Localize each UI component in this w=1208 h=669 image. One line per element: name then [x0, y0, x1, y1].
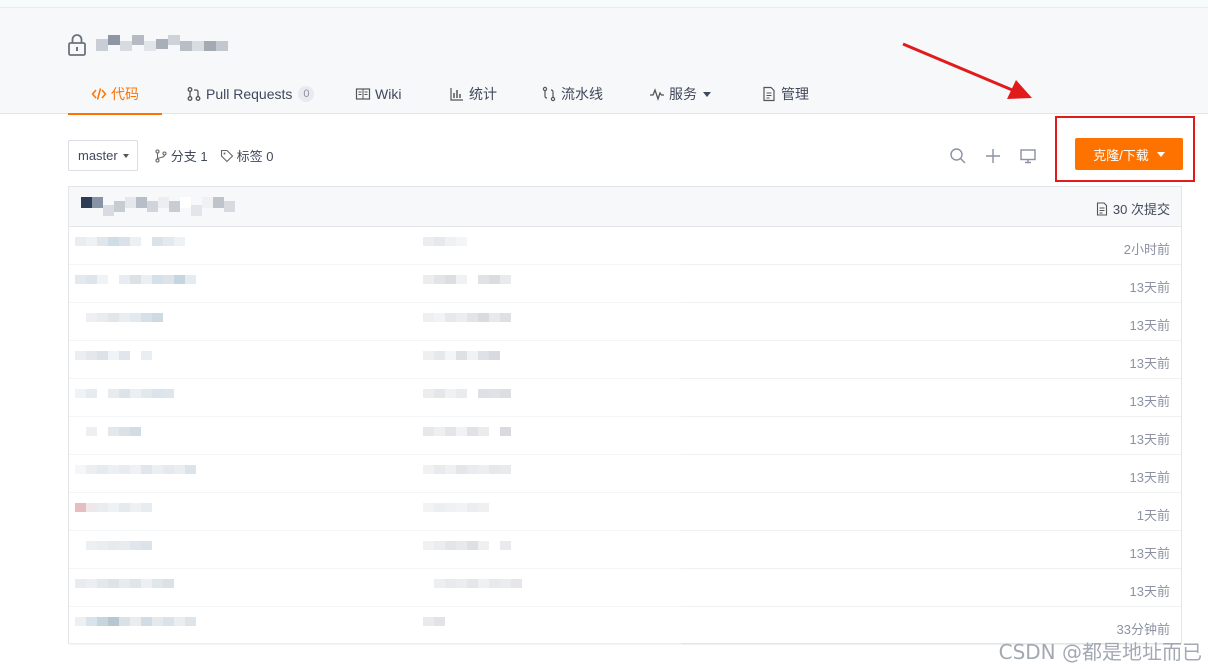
tab-label: 流水线 — [561, 86, 603, 102]
file-name-redacted[interactable] — [75, 503, 275, 512]
file-row[interactable]: 13天前 — [69, 417, 1181, 455]
wiki-icon — [355, 86, 371, 102]
manage-icon — [761, 86, 777, 102]
branch-icon — [155, 148, 167, 163]
commit-count-link[interactable]: 30 次提交 — [1095, 199, 1170, 218]
branch-toolbar: master 分支 1 标签 0 — [68, 140, 273, 171]
file-name-redacted[interactable] — [75, 237, 275, 246]
file-name-redacted[interactable] — [75, 351, 275, 360]
tags-link[interactable]: 标签 0 — [220, 146, 274, 165]
file-updated-time: 13天前 — [1129, 546, 1170, 561]
clone-download-button[interactable]: 克隆/下载 — [1075, 138, 1183, 170]
commit-message-redacted[interactable] — [423, 503, 573, 512]
tab-label: Pull Requests — [206, 86, 293, 102]
web-ide-icon[interactable] — [1018, 146, 1038, 166]
repo-tabs: 代码 Pull Requests 0 Wiki 统计 流水线 服务 管理 — [68, 74, 831, 115]
commit-message-redacted[interactable] — [423, 313, 573, 322]
file-updated-time: 13天前 — [1129, 280, 1170, 295]
file-tools — [948, 146, 1053, 166]
tab-label: 管理 — [781, 86, 809, 102]
branch-select-value: master — [78, 148, 118, 163]
file-name-redacted[interactable] — [75, 541, 275, 550]
branch-select[interactable]: master — [68, 140, 138, 171]
commit-message-redacted[interactable] — [423, 541, 573, 550]
pull-request-icon — [186, 86, 202, 102]
file-updated-time: 13天前 — [1129, 318, 1170, 333]
commit-history-icon — [1096, 201, 1107, 216]
file-updated-time: 1天前 — [1136, 508, 1170, 523]
lock-icon — [66, 33, 88, 57]
tab-label: 统计 — [469, 86, 497, 102]
file-row[interactable]: 13天前 — [69, 379, 1181, 417]
tab-label: 代码 — [111, 86, 139, 102]
commit-message-redacted[interactable] — [423, 579, 573, 588]
file-row[interactable]: 1天前 — [69, 493, 1181, 531]
tab-pull-requests[interactable]: Pull Requests 0 — [186, 74, 331, 114]
tag-icon — [220, 149, 233, 162]
file-row[interactable]: 2小时前 — [69, 227, 1181, 265]
branches-link[interactable]: 分支 1 — [154, 146, 208, 165]
file-name-redacted[interactable] — [75, 617, 275, 626]
repo-title — [66, 32, 228, 58]
commit-count: 30 次提交 — [1112, 202, 1170, 217]
tab-label: 服务 — [669, 86, 697, 102]
tab-pipeline[interactable]: 流水线 — [541, 74, 625, 114]
file-name-redacted[interactable] — [75, 313, 275, 322]
tab-stats[interactable]: 统计 — [449, 74, 517, 114]
chevron-down-icon — [1156, 151, 1165, 157]
file-name-redacted[interactable] — [75, 427, 275, 436]
file-row[interactable]: 13天前 — [69, 265, 1181, 303]
annotation-arrow — [902, 42, 1032, 99]
top-strip — [0, 0, 1208, 8]
tab-label: Wiki — [375, 86, 402, 102]
file-updated-time: 13天前 — [1129, 394, 1170, 409]
clone-download-label: 克隆/下载 — [1093, 147, 1149, 163]
file-updated-time: 2小时前 — [1123, 242, 1170, 257]
pull-request-count-badge: 0 — [298, 86, 315, 102]
file-updated-time: 13天前 — [1129, 432, 1170, 447]
tab-service[interactable]: 服务 — [649, 74, 737, 114]
file-row[interactable]: 13天前 — [69, 455, 1181, 493]
service-icon — [649, 86, 665, 102]
repo-name-redacted[interactable] — [96, 35, 228, 55]
tab-manage[interactable]: 管理 — [761, 74, 831, 114]
add-icon[interactable] — [983, 146, 1003, 166]
file-row[interactable]: 13天前 — [69, 303, 1181, 341]
commit-message-redacted[interactable] — [423, 427, 573, 436]
stats-icon — [449, 86, 465, 102]
file-list-panel: 30 次提交 2小时前 13天前 13天前 13天前 13天前 13天前 13天… — [68, 186, 1182, 645]
commit-message-redacted[interactable] — [423, 351, 573, 360]
commit-message-redacted[interactable] — [423, 237, 573, 246]
file-name-redacted[interactable] — [75, 579, 275, 588]
code-icon — [91, 86, 107, 102]
commit-message-redacted[interactable] — [423, 617, 573, 626]
file-row[interactable]: 13天前 — [69, 569, 1181, 607]
file-name-redacted[interactable] — [75, 465, 275, 474]
tab-code[interactable]: 代码 — [68, 74, 162, 115]
chevron-down-icon — [122, 153, 129, 158]
latest-commit-header: 30 次提交 — [69, 187, 1181, 227]
branches-count: 分支 1 — [170, 149, 208, 164]
file-updated-time: 13天前 — [1129, 470, 1170, 485]
file-updated-time: 13天前 — [1129, 584, 1170, 599]
search-icon[interactable] — [948, 146, 968, 166]
file-row[interactable]: 13天前 — [69, 531, 1181, 569]
tab-wiki[interactable]: Wiki — [355, 74, 425, 114]
chevron-down-icon — [703, 91, 711, 97]
pipeline-icon — [541, 86, 557, 102]
file-row[interactable]: 13天前 — [69, 341, 1181, 379]
commit-message-redacted[interactable] — [423, 389, 573, 398]
latest-commit-redacted[interactable] — [81, 197, 235, 216]
file-name-redacted[interactable] — [75, 389, 275, 398]
commit-message-redacted[interactable] — [423, 275, 573, 284]
watermark: CSDN @都是地址而已 — [998, 640, 1202, 664]
commit-message-redacted[interactable] — [423, 465, 573, 474]
file-updated-time: 13天前 — [1129, 356, 1170, 371]
file-name-redacted[interactable] — [75, 275, 275, 284]
tags-count: 标签 0 — [236, 149, 274, 164]
